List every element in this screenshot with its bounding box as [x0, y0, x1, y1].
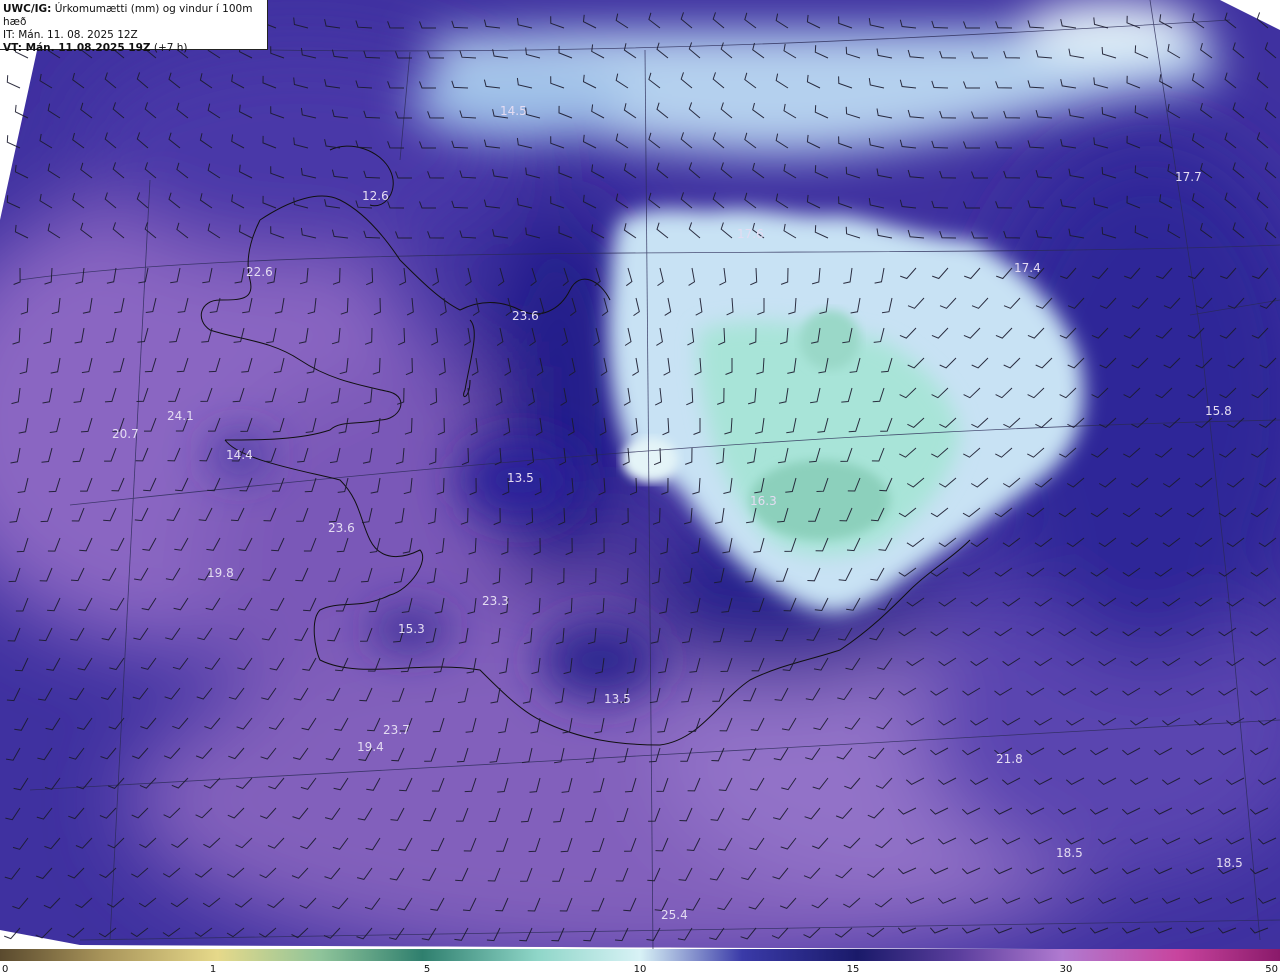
colorbar-tick: 10 — [633, 964, 647, 975]
precipitable-water-field — [0, 0, 1280, 950]
lead-time: (+7 h) — [150, 42, 188, 54]
colorbar-legend: 0 1 5 10 15 30 50 — [0, 949, 1280, 978]
map-value-label: 14.4 — [226, 448, 253, 462]
colorbar-tick: 30 — [1059, 964, 1073, 975]
map-value-label: 24.1 — [167, 409, 194, 423]
map-value-label: 14.5 — [500, 104, 527, 118]
colorbar-ramp — [0, 949, 1280, 961]
map-value-label: 19.8 — [207, 566, 234, 580]
map-value-label: 23.6 — [512, 309, 539, 323]
map-value-label: 18.5 — [1056, 846, 1083, 860]
map-value-label: 25.4 — [661, 908, 688, 922]
map-value-label: 23.3 — [482, 594, 509, 608]
precipitable-water-map: 12.6 22.6 23.6 24.1 20.7 14.4 13.5 23.6 … — [0, 0, 1280, 950]
map-value-label: 13.5 — [604, 692, 631, 706]
map-value-label: 12.6 — [362, 189, 389, 203]
map-value-label: 17.4 — [1014, 261, 1041, 275]
map-value-label: 21.8 — [996, 752, 1023, 766]
map-value-label: 15.8 — [1205, 404, 1232, 418]
colorbar-tick: 1 — [209, 964, 217, 975]
map-value-label: 13.5 — [507, 471, 534, 485]
valid-time: VT: Mán. 11.08.2025 19Z — [3, 42, 151, 54]
map-value-label: 16.3 — [750, 494, 777, 508]
colorbar-tick: 15 — [846, 964, 860, 975]
map-value-label: 15.3 — [398, 622, 425, 636]
model-code: UWC/IG: — [3, 3, 52, 15]
map-value-label: 23.7 — [383, 723, 410, 737]
colorbar-tick: 50 — [1265, 964, 1278, 975]
wind-barb — [6, 75, 21, 89]
valid-time-line: VT: Mán. 11.08.2025 19Z (+7 h) — [3, 42, 267, 55]
chart-header: UWC/IG: Úrkomumætti (mm) og vindur í 100… — [0, 0, 268, 54]
init-time: IT: Mán. 11. 08. 2025 12Z — [3, 29, 138, 41]
map-value-label: 23.6 — [328, 521, 355, 535]
colorbar-tick: 0 — [2, 964, 9, 975]
map-value-label: 20.7 — [112, 427, 139, 441]
title-line: UWC/IG: Úrkomumætti (mm) og vindur í 100… — [3, 3, 267, 29]
map-value-label: 22.6 — [246, 265, 273, 279]
forecast-map-view: 12.6 22.6 23.6 24.1 20.7 14.4 13.5 23.6 … — [0, 0, 1280, 978]
map-value-label: 17.7 — [1175, 170, 1202, 184]
colorbar-tick: 5 — [423, 964, 431, 975]
map-value-label: 18.5 — [1216, 856, 1243, 870]
map-value-label: 19.4 — [357, 740, 384, 754]
map-value-label: 17.6 — [737, 227, 764, 241]
